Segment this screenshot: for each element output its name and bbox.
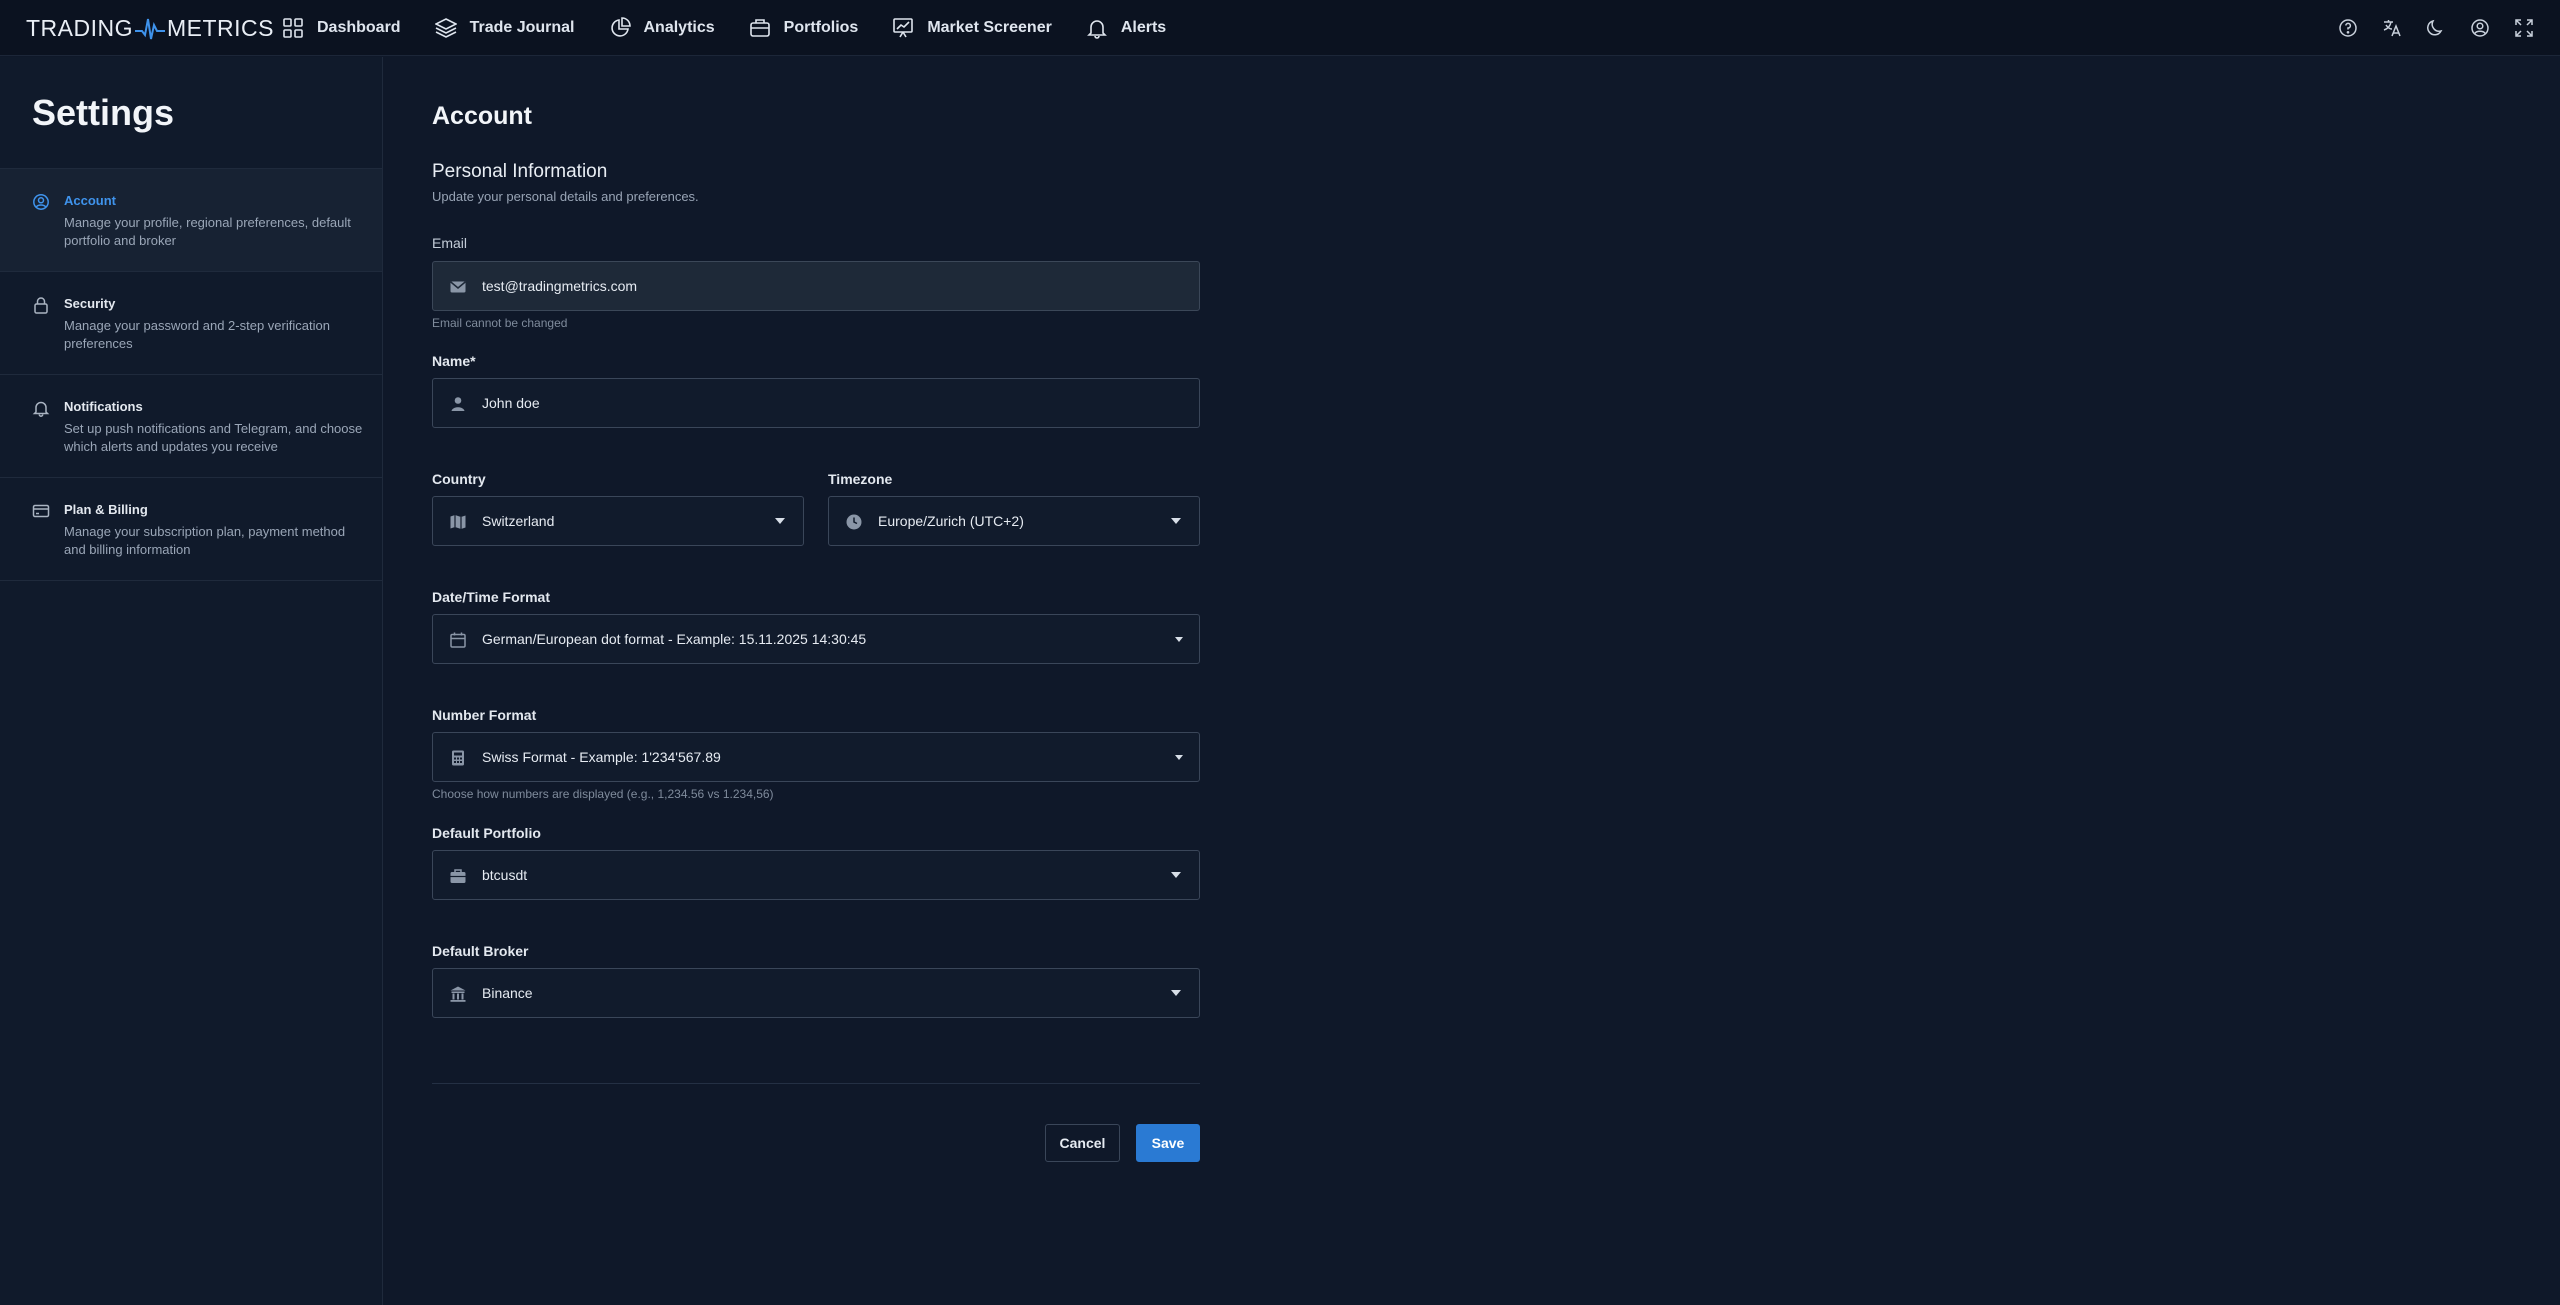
sidebar-item-desc: Set up push notifications and Telegram, …	[64, 421, 363, 454]
presentation-chart-icon	[893, 18, 914, 38]
number-format-select[interactable]: Swiss Format - Example: 1'234'567.89	[432, 732, 1200, 782]
nav-trade-journal[interactable]: Trade Journal	[434, 17, 575, 39]
nav-alerts[interactable]: Alerts	[1086, 17, 1166, 39]
brand-name-right: METRICS	[167, 14, 274, 41]
datetime-format-value: German/European dot format - Example: 15…	[482, 631, 867, 647]
main-nav: Dashboard Trade Journal Analytics Portfo…	[282, 0, 1200, 56]
dropdown-caret-icon	[1175, 637, 1183, 642]
brand-wave-icon	[135, 18, 165, 40]
calculator-icon	[452, 750, 464, 766]
cancel-button[interactable]: Cancel	[1045, 1124, 1120, 1162]
timezone-label: Timezone	[828, 471, 893, 487]
name-field[interactable]: John doe	[432, 378, 1200, 428]
settings-title: Settings	[32, 92, 175, 133]
briefcase-icon	[749, 19, 770, 37]
section-subtitle: Update your personal details and prefere…	[432, 189, 699, 204]
default-broker-select[interactable]: Binance	[432, 968, 1200, 1018]
person-icon	[451, 397, 465, 411]
sidebar-item-security[interactable]: Security Manage your password and 2-step…	[0, 272, 382, 375]
default-portfolio-select[interactable]: btcusdt	[432, 850, 1200, 900]
nav-label: Portfolios	[783, 19, 859, 36]
default-portfolio-value: btcusdt	[482, 867, 528, 883]
top-icon-bar	[2338, 0, 2534, 56]
name-label: Name*	[432, 353, 476, 369]
email-helper-text: Email cannot be changed	[432, 316, 568, 330]
grid-icon	[283, 18, 303, 38]
clock-icon	[846, 514, 862, 530]
bell-icon	[32, 401, 50, 417]
sidebar-item-desc: Manage your subscription plan, payment m…	[64, 524, 346, 557]
settings-sidebar: Settings Account Manage your profile, re…	[0, 57, 383, 1305]
nav-analytics[interactable]: Analytics	[609, 17, 715, 39]
sidebar-item-title: Account	[64, 193, 116, 208]
nav-market-screener[interactable]: Market Screener	[892, 17, 1052, 39]
envelope-icon	[450, 281, 466, 293]
number-format-value: Swiss Format - Example: 1'234'567.89	[482, 749, 721, 765]
number-format-label: Number Format	[432, 707, 537, 723]
default-broker-value: Binance	[482, 985, 533, 1001]
sidebar-item-notifications[interactable]: Notifications Set up push notifications …	[0, 375, 382, 478]
brand-name-left: TRADING	[26, 14, 133, 41]
dropdown-caret-icon	[1171, 518, 1181, 524]
nav-label: Market Screener	[927, 19, 1052, 36]
name-value: John doe	[482, 395, 540, 411]
sidebar-item-title: Security	[64, 296, 116, 311]
nav-dashboard[interactable]: Dashboard	[282, 17, 401, 39]
page-title: Account	[432, 102, 532, 130]
email-label: Email	[432, 235, 468, 251]
dropdown-caret-icon	[1175, 755, 1183, 760]
form-divider	[432, 1083, 1200, 1084]
sidebar-item-account[interactable]: Account Manage your profile, regional pr…	[0, 169, 382, 272]
user-circle-icon[interactable]	[2470, 18, 2490, 38]
translate-icon[interactable]	[2382, 18, 2402, 38]
dropdown-caret-icon	[1171, 990, 1181, 996]
sidebar-item-desc: Manage your password and 2-step verifica…	[64, 318, 330, 351]
top-navigation-bar: TRADING METRICS Dashboard Trade Journal …	[0, 0, 2560, 56]
layers-icon	[434, 18, 457, 38]
sidebar-item-title: Plan & Billing	[64, 502, 148, 517]
settings-menu: Account Manage your profile, regional pr…	[0, 168, 382, 581]
help-icon[interactable]	[2338, 18, 2358, 38]
bank-icon	[450, 986, 466, 1002]
map-icon	[450, 515, 466, 529]
dropdown-caret-icon	[1171, 872, 1181, 878]
default-portfolio-label: Default Portfolio	[432, 825, 541, 841]
default-broker-label: Default Broker	[432, 943, 529, 959]
country-select[interactable]: Switzerland	[432, 496, 804, 546]
briefcase-icon	[450, 869, 466, 883]
credit-card-icon	[32, 504, 50, 518]
nav-label: Dashboard	[317, 19, 401, 36]
calendar-icon	[450, 632, 466, 648]
email-field: test@tradingmetrics.com	[432, 261, 1200, 311]
nav-portfolios[interactable]: Portfolios	[749, 17, 859, 39]
email-value: test@tradingmetrics.com	[482, 278, 638, 294]
section-title: Personal Information	[432, 161, 608, 182]
sidebar-item-title: Notifications	[64, 399, 143, 414]
timezone-value: Europe/Zurich (UTC+2)	[878, 513, 1024, 529]
number-format-helper-text: Choose how numbers are displayed (e.g., …	[432, 787, 774, 801]
save-button[interactable]: Save	[1136, 1124, 1200, 1162]
nav-label: Alerts	[1120, 19, 1167, 36]
fullscreen-icon[interactable]	[2514, 18, 2534, 38]
bell-icon	[1086, 20, 1107, 39]
sidebar-item-plan-billing[interactable]: Plan & Billing Manage your subscription …	[0, 478, 382, 581]
user-circle-icon	[33, 194, 49, 210]
lock-icon	[34, 297, 48, 314]
country-label: Country	[432, 471, 486, 487]
country-value: Switzerland	[482, 513, 555, 529]
sidebar-item-desc: Manage your profile, regional preference…	[64, 215, 351, 248]
datetime-format-label: Date/Time Format	[432, 589, 550, 605]
timezone-select[interactable]: Europe/Zurich (UTC+2)	[828, 496, 1200, 546]
nav-label: Analytics	[643, 19, 715, 36]
pie-chart-icon	[610, 17, 631, 37]
nav-label: Trade Journal	[469, 19, 575, 36]
dropdown-caret-icon	[775, 518, 785, 524]
moon-icon[interactable]	[2426, 18, 2446, 38]
brand-logo[interactable]: TRADING METRICS	[26, 0, 274, 56]
datetime-format-select[interactable]: German/European dot format - Example: 15…	[432, 614, 1200, 664]
